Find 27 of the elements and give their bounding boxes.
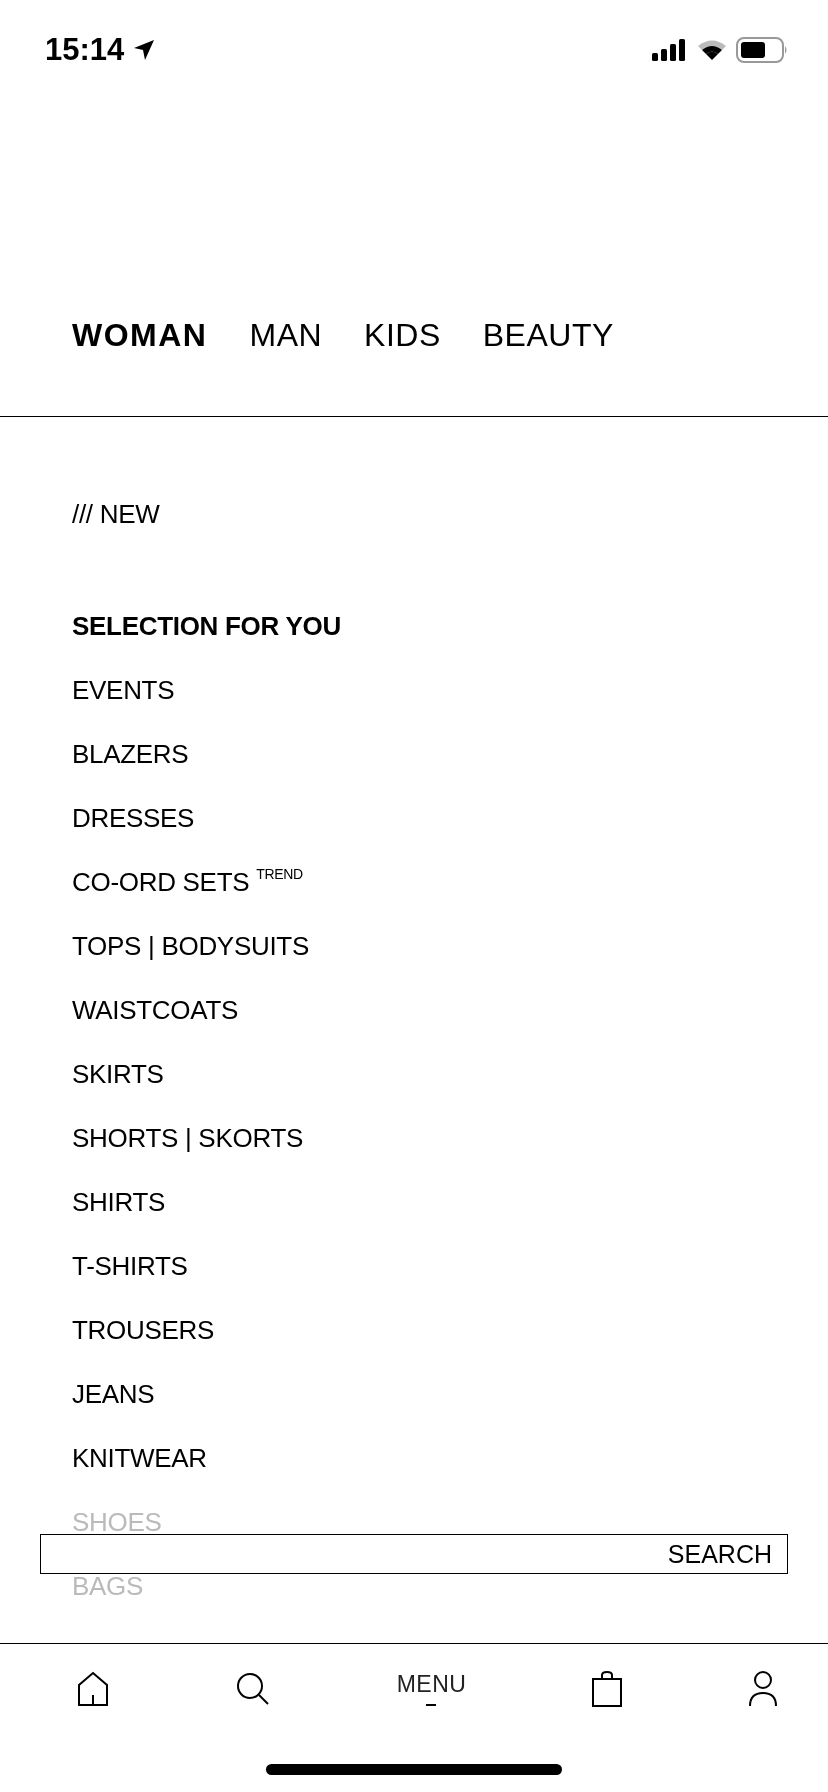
wifi-icon bbox=[696, 38, 728, 62]
menu-item[interactable]: SHIRTS bbox=[72, 1191, 166, 1213]
status-time: 15:14 bbox=[45, 32, 125, 68]
menu-item[interactable]: JEANS bbox=[72, 1383, 155, 1405]
menu-item[interactable]: BLAZERS bbox=[72, 743, 189, 765]
menu-item[interactable]: T-SHIRTS bbox=[72, 1255, 188, 1277]
category-tab[interactable]: MAN bbox=[249, 317, 323, 354]
category-tab[interactable]: WOMAN bbox=[72, 317, 208, 354]
battery-icon bbox=[736, 37, 788, 63]
menu-item[interactable]: DRESSES bbox=[72, 807, 195, 829]
category-tab[interactable]: BEAUTY bbox=[482, 317, 614, 354]
menu-item[interactable]: WAISTCOATS bbox=[72, 999, 238, 1021]
category-tab[interactable]: KIDS bbox=[364, 317, 441, 354]
home-icon[interactable] bbox=[77, 1671, 109, 1707]
menu-item[interactable]: SKIRTS bbox=[72, 1063, 164, 1085]
search-field[interactable]: SEARCH bbox=[40, 1534, 788, 1574]
search-icon[interactable] bbox=[234, 1671, 271, 1707]
signal-icon bbox=[652, 38, 688, 62]
menu-link[interactable]: /// NEW bbox=[72, 503, 160, 525]
location-arrow-icon bbox=[132, 38, 157, 62]
menu-item[interactable]: EVENTS bbox=[72, 679, 175, 701]
menu-item[interactable]: KNITWEAR bbox=[72, 1447, 207, 1469]
menu-item[interactable]: TROUSERS bbox=[72, 1319, 215, 1341]
account-icon[interactable] bbox=[748, 1671, 778, 1707]
menu-item[interactable]: CO-ORD SETS $^{TREND}$ bbox=[72, 871, 303, 893]
shopping-bag-icon[interactable] bbox=[592, 1671, 623, 1707]
menu-heading[interactable]: SELECTION FOR YOU bbox=[72, 615, 341, 637]
